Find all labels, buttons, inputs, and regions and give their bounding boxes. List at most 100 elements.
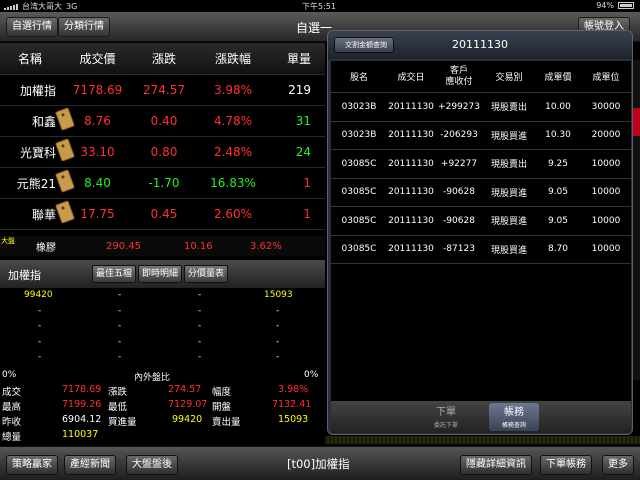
after-market-button[interactable]: 大盤盤後	[126, 455, 178, 475]
ask-price: -	[198, 290, 202, 300]
cell-date: 20111130	[388, 187, 434, 198]
quote-row[interactable]: 光寶科 33.10 0.80 2.48% 24	[0, 137, 325, 168]
cell-type: 現股買進	[490, 188, 527, 199]
stock-name: 聯華	[0, 199, 75, 224]
ratio-left: 0%	[2, 370, 17, 380]
cell-units: 10000	[591, 215, 621, 226]
cell-amount: +299273	[438, 101, 480, 112]
header-percent: 漲跌幅	[214, 52, 251, 66]
stats-panel: 成交 7178.69 漲跌 274.57 幅度 3.98% 最高 7199.26…	[0, 384, 325, 444]
stats-row: 成交 7178.69 漲跌 274.57 幅度 3.98%	[0, 384, 325, 399]
cell-price: 10.30	[545, 130, 571, 141]
ticker-percent: 3.62%	[250, 240, 282, 252]
category-quotes-button[interactable]: 分類行情	[58, 17, 110, 37]
stat-label: 開盤	[212, 402, 232, 413]
ratio-label: 內外盤比	[134, 373, 171, 383]
book-row: - - - -	[0, 321, 325, 337]
header-change: 漲跌	[151, 52, 176, 66]
quote-row[interactable]: 元熊21 8.40 -1.70 16.83% 1	[0, 168, 325, 199]
header-receivable: 客戶 應收付	[445, 65, 473, 87]
stock-name: 和鑫	[0, 106, 75, 131]
header-stock: 股名	[349, 73, 368, 83]
stat-value: 7199.26	[62, 399, 102, 410]
cell-price: 9.05	[547, 187, 569, 198]
ask-volume: -	[276, 336, 280, 347]
cell-date: 20111130	[388, 130, 434, 141]
cell-type: 現股賣出	[490, 103, 527, 114]
bid-price: -	[118, 305, 122, 316]
quote-table-header: 名稱 成交價 漲跌 漲跌幅 單量	[0, 43, 325, 75]
stock-percent: 2.60%	[213, 207, 253, 221]
stat-label: 賣出量	[212, 417, 241, 428]
cell-units: 30000	[591, 101, 621, 112]
popover-header: 交割金額查詢 20111130	[328, 31, 632, 59]
cell-units: 10000	[591, 187, 621, 198]
tab-sublabel: 委託下單	[433, 422, 458, 429]
popover-footer-tabs: 下單 委託下單 帳務 帳務查詢	[331, 401, 631, 433]
stat-label: 成交	[2, 387, 22, 398]
ticker-label: 大盤	[1, 237, 15, 245]
tab-place-order[interactable]: 下單 委託下單	[421, 403, 471, 431]
header-fill-price: 成單價	[544, 73, 572, 83]
table-row[interactable]: 03023B 20111130 +299273 現股賣出 10.00 30000	[331, 93, 631, 122]
ask-volume: -	[276, 352, 280, 362]
tab-account[interactable]: 帳務 帳務查詢	[489, 403, 539, 431]
settlement-table-header: 股名 成交日 客戶 應收付 交易別 成單價 成單位	[331, 61, 631, 93]
hide-details-button[interactable]: 隱藏詳細資訊	[460, 455, 532, 475]
header-trade-date: 成交日	[397, 73, 425, 83]
table-row[interactable]: 03085C 20111130 +92277 現股賣出 9.25 10000	[331, 150, 631, 179]
bid-volume: -	[38, 321, 42, 331]
bid-volume: -	[38, 336, 42, 347]
cell-stock: 03085C	[341, 187, 377, 198]
bid-volume: 99420	[24, 290, 53, 300]
table-row[interactable]: 03085C 20111130 -90628 現股買進 9.05 10000	[331, 207, 631, 236]
quote-row[interactable]: 聯華 17.75 0.45 2.60% 1	[0, 199, 325, 230]
tab-price-volume[interactable]: 分價量表	[184, 265, 229, 283]
table-row[interactable]: 03085C 20111130 -87123 現股買進 8.70 10000	[331, 236, 631, 264]
current-symbol-title: [t00]加權指	[287, 457, 350, 471]
cell-date: 20111130	[388, 244, 434, 255]
stat-value: 7129.07	[168, 399, 208, 410]
ask-volume: 15093	[264, 290, 293, 300]
stock-percent: 16.83%	[210, 176, 256, 190]
settlement-query-back-button[interactable]: 交割金額查詢	[334, 37, 394, 53]
cell-units: 10000	[591, 158, 621, 169]
table-row[interactable]: 03085C 20111130 -90628 現股買進 9.05 10000	[331, 179, 631, 207]
tab-label: 帳務	[504, 407, 524, 418]
industry-news-button[interactable]: 產經新聞	[64, 455, 116, 475]
watchlist-button[interactable]: 自選行情	[6, 17, 58, 37]
ask-price: -	[198, 336, 202, 347]
stat-value: 274.57	[168, 384, 202, 395]
quote-row[interactable]: 和鑫 8.76 0.40 4.78% 31	[0, 106, 325, 137]
stock-volume: 219	[288, 83, 311, 97]
header-volume: 單量	[286, 52, 311, 66]
holding-tag-icon	[55, 137, 75, 162]
signal-icon	[4, 3, 18, 10]
tab-best-five[interactable]: 最佳五檔	[92, 265, 137, 283]
bid-volume: -	[38, 352, 42, 362]
cell-units: 20000	[591, 130, 621, 141]
detail-header: 加權指 最佳五檔 即時明細 分價量表	[0, 260, 325, 288]
ticker-name: 橡膠	[36, 242, 56, 254]
market-ticker[interactable]: 大盤 橡膠 290.45 10.16 3.62%	[0, 236, 325, 256]
table-row[interactable]: 03023B 20111130 -206293 現股買進 10.30 20000	[331, 122, 631, 150]
header-price: 成交價	[79, 52, 116, 66]
bid-price: -	[118, 352, 122, 362]
ticker-price: 290.45	[106, 240, 141, 252]
order-book: 99420 - - 15093 - - - - - - - - - - - - …	[0, 290, 325, 368]
book-row: - - - -	[0, 337, 325, 353]
strategy-winner-button[interactable]: 策略贏家	[6, 455, 58, 475]
more-button[interactable]: 更多	[602, 455, 634, 475]
settlement-popover: 交割金額查詢 20111130 股名 成交日 客戶 應收付 交易別 成單價 成單…	[327, 30, 633, 435]
stock-name-label: 元熊21	[16, 176, 56, 191]
ask-price: -	[198, 321, 202, 331]
battery-icon	[618, 2, 634, 9]
stats-row: 最高 7199.26 最低 7129.07 開盤 7132.41	[0, 399, 325, 414]
quote-row[interactable]: 加權指 7178.69 274.57 3.98% 219	[0, 75, 325, 106]
background-chart-strip	[325, 436, 640, 444]
carrier-label: 台湾大哥大	[22, 2, 62, 11]
order-account-button[interactable]: 下單帳務	[540, 455, 592, 475]
stat-value: 15093	[278, 414, 309, 425]
bid-price: -	[118, 290, 122, 300]
tab-realtime-detail[interactable]: 即時明細	[138, 265, 183, 283]
